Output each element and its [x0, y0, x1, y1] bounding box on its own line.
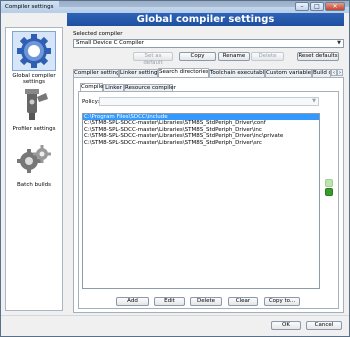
tab-scroll-right-icon[interactable]: › [337, 69, 343, 76]
sidebar: Global compiler settings Profiler settin… [5, 27, 63, 311]
minimize-button[interactable]: – [295, 2, 309, 11]
compiler-select-value: Small Device C Compiler [76, 40, 144, 46]
profiler-icon [12, 84, 56, 124]
selected-compiler-label: Selected compiler [73, 31, 123, 37]
sidebar-item-profiler-settings[interactable]: Profiler settings [6, 84, 62, 132]
compiler-settings-window: Compiler settings – □ ✕ Global compiler … [0, 0, 350, 337]
tab-linker-settings[interactable]: Linker settings [119, 69, 158, 77]
cancel-button[interactable]: Cancel [306, 321, 342, 330]
reset-defaults-button[interactable]: Reset defaults [297, 52, 339, 61]
gear-icon [12, 31, 56, 71]
policy-select[interactable]: ▼ [99, 97, 319, 106]
clear-button[interactable]: Clear [228, 297, 258, 306]
compiler-select[interactable]: Small Device C Compiler ▼ [73, 39, 344, 48]
policy-label: Policy: [82, 99, 100, 105]
page-title: Global compiler settings [67, 13, 344, 26]
tab-custom-variables[interactable]: Custom variables [265, 69, 312, 77]
tab-toolchain-executables[interactable]: Toolchain executables [209, 69, 265, 77]
chevron-down-icon: ▼ [337, 40, 341, 46]
delete-compiler-button[interactable]: Delete [251, 52, 284, 61]
subtab-compiler[interactable]: Compiler [80, 83, 106, 91]
edit-button[interactable]: Edit [154, 297, 185, 306]
tab-search-directories[interactable]: Search directories [158, 68, 209, 77]
copy-button[interactable]: Copy [179, 52, 216, 61]
title-bar: Compiler settings – □ ✕ [1, 1, 349, 13]
sidebar-item-label: Profiler settings [12, 126, 56, 132]
subtab-resource-compiler[interactable]: Resource compiler [124, 84, 176, 91]
search-directory-subtabs: Compiler Linker Resource compiler [80, 83, 280, 91]
ok-button[interactable]: OK [271, 321, 301, 330]
subtab-linker[interactable]: Linker [103, 84, 124, 91]
copy-to-button[interactable]: Copy to... [264, 297, 300, 306]
sidebar-item-label: Batch builds [17, 182, 51, 188]
add-button[interactable]: Add [116, 297, 149, 306]
sidebar-item-global-compiler-settings[interactable]: Global compiler settings [6, 31, 62, 85]
tab-build-options[interactable]: Build o [312, 69, 331, 77]
delete-button[interactable]: Delete [190, 297, 222, 306]
list-item[interactable]: C:\STM8-SPL-SDCC-master\Libraries\STM8S_… [83, 140, 319, 146]
move-down-icon[interactable] [325, 188, 333, 196]
rename-button[interactable]: Rename [218, 52, 250, 61]
directory-list[interactable]: C:\Program Files\SDCC\include C:\STM8-SP… [82, 113, 320, 289]
chevron-down-icon: ▼ [312, 98, 316, 104]
sidebar-item-batch-builds[interactable]: Batch builds [6, 140, 62, 188]
batch-gears-icon [12, 140, 56, 180]
move-up-icon[interactable] [325, 179, 333, 187]
divider [1, 315, 349, 316]
set-as-default-button[interactable]: Set as default [133, 52, 173, 66]
settings-tabs: Compiler settings Linker settings Search… [73, 68, 344, 77]
close-button[interactable]: ✕ [325, 2, 345, 11]
window-title: Compiler settings [5, 4, 54, 10]
tab-compiler-settings[interactable]: Compiler settings [73, 69, 119, 77]
maximize-button[interactable]: □ [310, 2, 324, 11]
